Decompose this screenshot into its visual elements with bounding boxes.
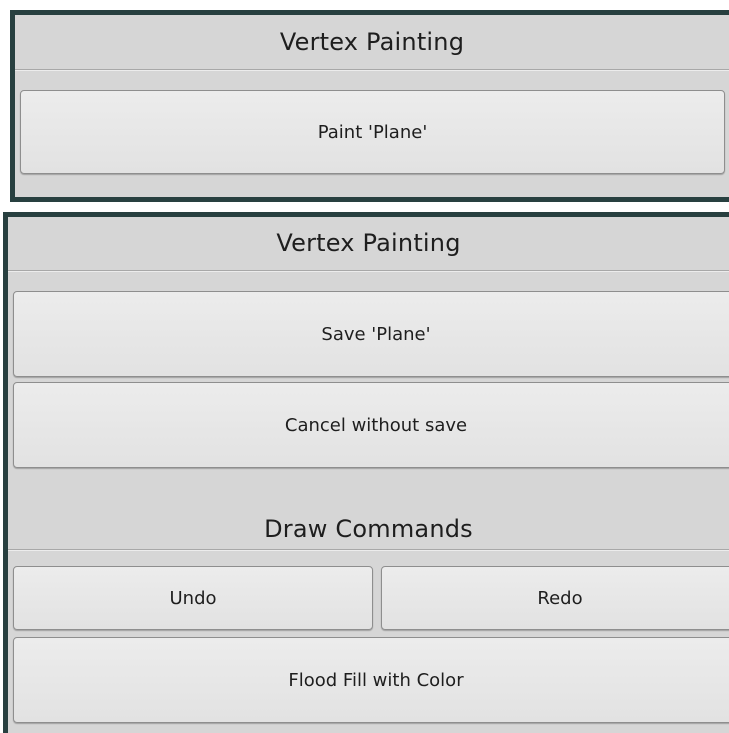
redo-button[interactable]: Redo bbox=[381, 566, 729, 630]
section-header-vertex-painting: Vertex Painting bbox=[8, 217, 729, 271]
flood-fill-button[interactable]: Flood Fill with Color bbox=[13, 637, 729, 723]
vertex-painting-panel-idle: Vertex Painting Paint 'Plane' bbox=[10, 10, 729, 202]
paint-plane-button[interactable]: Paint 'Plane' bbox=[20, 90, 725, 174]
cancel-without-save-button[interactable]: Cancel without save bbox=[13, 382, 729, 468]
section-header-draw-commands: Draw Commands bbox=[8, 509, 729, 550]
save-plane-button[interactable]: Save 'Plane' bbox=[13, 291, 729, 377]
undo-button[interactable]: Undo bbox=[13, 566, 373, 630]
vertex-painting-panel-active: Vertex Painting Save 'Plane' Cancel with… bbox=[3, 212, 729, 733]
section-header-vertex-painting: Vertex Painting bbox=[15, 15, 729, 70]
